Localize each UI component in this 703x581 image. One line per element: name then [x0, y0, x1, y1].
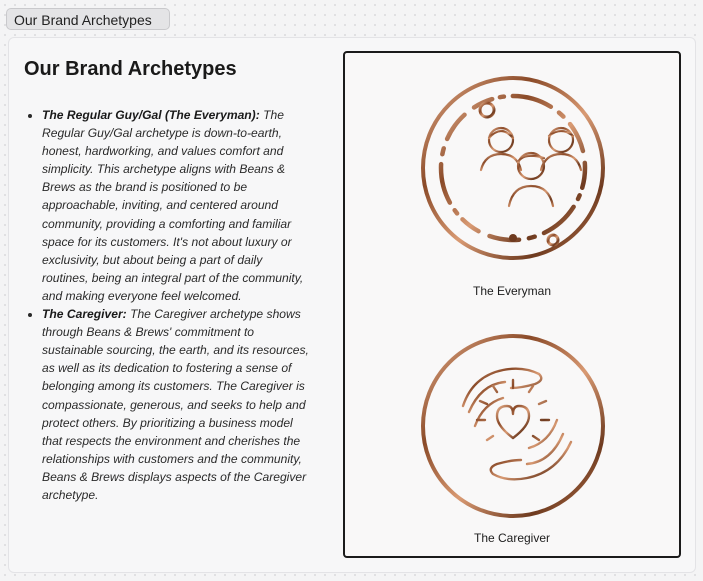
archetype-description: The Caregiver archetype shows through Be…	[42, 307, 309, 502]
archetype-name: The Regular Guy/Gal (The Everyman):	[42, 108, 260, 122]
image-frame: The Everyman The Caregiver	[343, 51, 681, 558]
image-caption: The Caregiver	[473, 531, 551, 545]
tab-label[interactable]: Our Brand Archetypes	[6, 8, 170, 30]
list-item: The Regular Guy/Gal (The Everyman): The …	[42, 106, 312, 305]
archetype-list: The Regular Guy/Gal (The Everyman): The …	[24, 106, 312, 504]
content-card: Our Brand Archetypes The Regular Guy/Gal…	[8, 37, 696, 573]
three-people-icon	[421, 76, 605, 260]
list-item: The Caregiver: The Caregiver archetype s…	[42, 305, 312, 504]
hands-holding-heart-icon	[421, 334, 605, 518]
page-title: Our Brand Archetypes	[24, 58, 237, 80]
archetype-name: The Caregiver:	[42, 307, 127, 322]
archetype-description: The Regular Guy/Gal archetype is down-to…	[42, 108, 304, 303]
image-caption: The Everyman	[472, 284, 552, 298]
